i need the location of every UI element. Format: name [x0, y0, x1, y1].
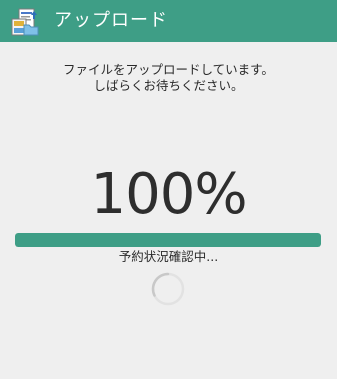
upload-message-line-2: しばらくお待ちください。 — [93, 78, 244, 93]
progress-bar — [15, 233, 321, 247]
upload-message-line-1: ファイルをアップロードしています。 — [63, 62, 274, 77]
loading-spinner-icon — [150, 271, 186, 307]
upload-app-icon — [10, 7, 40, 37]
upload-message: ファイルをアップロードしています。 しばらくお待ちください。 — [0, 62, 337, 94]
app-title: アップロード — [54, 10, 168, 31]
app-bar: アップロード — [0, 0, 337, 42]
progress-percent: 100% — [90, 162, 247, 227]
progress-bar-fill — [15, 233, 321, 247]
status-text: 予約状況確認中... — [118, 249, 219, 264]
